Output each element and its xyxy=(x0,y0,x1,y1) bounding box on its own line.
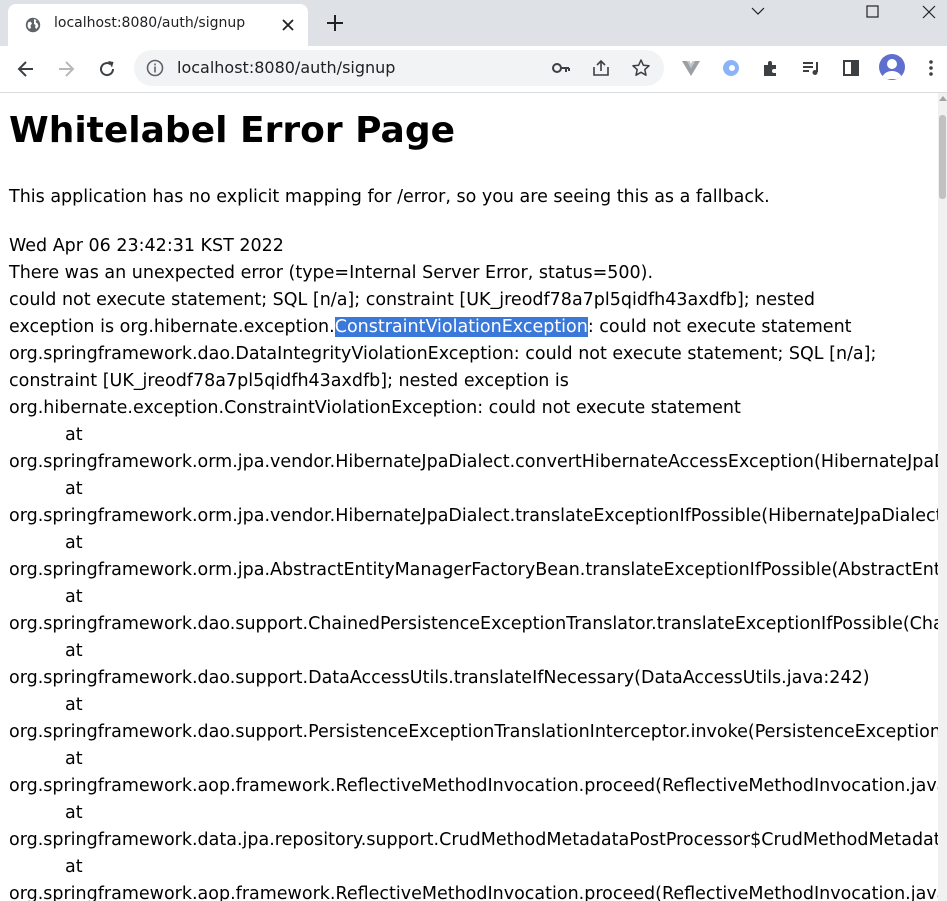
stack-frame: org.springframework.dao.support.ChainedP… xyxy=(9,614,938,634)
close-icon[interactable] xyxy=(906,0,947,26)
stack-frame: org.springframework.orm.jpa.AbstractEnti… xyxy=(9,560,938,580)
scroll-up-arrow-icon[interactable] xyxy=(939,96,947,101)
extension-blue-icon[interactable] xyxy=(721,58,741,78)
globe-icon xyxy=(25,17,41,33)
trace-at: at xyxy=(65,749,83,769)
arrow-left-icon[interactable] xyxy=(16,59,36,79)
stack-frame: org.springframework.data.jpa.repository.… xyxy=(9,830,938,850)
trace-at: at xyxy=(65,857,83,877)
star-icon[interactable] xyxy=(631,58,651,78)
stack-frame: org.springframework.aop.framework.Reflec… xyxy=(9,884,938,901)
trace-line: org.hibernate.exception.ConstraintViolat… xyxy=(9,398,741,418)
key-icon[interactable] xyxy=(552,60,570,76)
arrow-right-icon[interactable] xyxy=(56,59,76,79)
page-content: Whitelabel Error Page This application h… xyxy=(0,93,938,901)
stack-frame: org.springframework.orm.jpa.vendor.Hiber… xyxy=(9,506,938,526)
fallback-description: This application has no explicit mapping… xyxy=(9,187,770,207)
vue-devtools-icon[interactable] xyxy=(681,58,701,78)
url-text[interactable]: localhost:8080/auth/signup xyxy=(177,58,395,77)
reload-icon[interactable] xyxy=(97,59,117,79)
puzzle-icon[interactable] xyxy=(761,58,781,78)
stack-frame: org.springframework.dao.support.DataAcce… xyxy=(9,668,870,688)
trace-at: at xyxy=(65,479,83,499)
message-text: exception is org.hibernate.exception. xyxy=(9,317,335,337)
trace-at: at xyxy=(65,803,83,823)
stack-frame: org.springframework.orm.jpa.vendor.Hiber… xyxy=(9,452,938,472)
browser-toolbar: localhost:8080/auth/signup xyxy=(0,46,947,93)
plus-icon[interactable] xyxy=(326,14,344,32)
tab-strip: localhost:8080/auth/signup xyxy=(0,0,947,46)
stack-frame: org.springframework.aop.framework.Reflec… xyxy=(9,776,938,796)
trace-at: at xyxy=(65,641,83,661)
close-icon[interactable] xyxy=(281,18,295,32)
media-queue-icon[interactable] xyxy=(801,58,821,78)
avatar-icon[interactable] xyxy=(879,54,905,80)
trace-at: at xyxy=(65,533,83,553)
trace-at: at xyxy=(65,425,83,445)
vertical-scrollbar[interactable] xyxy=(938,93,947,901)
share-icon[interactable] xyxy=(591,58,611,78)
trace-line: constraint [UK_jreodf78a7pl5qidfh43axdfb… xyxy=(9,371,569,391)
side-panel-icon[interactable] xyxy=(841,58,861,78)
selected-text[interactable]: ConstraintViolationException xyxy=(334,317,588,337)
tab-title: localhost:8080/auth/signup xyxy=(54,15,246,31)
address-bar[interactable]: localhost:8080/auth/signup xyxy=(134,50,664,86)
error-summary: There was an unexpected error (type=Inte… xyxy=(9,263,654,283)
kebab-menu-icon[interactable] xyxy=(921,58,941,78)
browser-tab[interactable]: localhost:8080/auth/signup xyxy=(8,4,308,46)
timestamp: Wed Apr 06 23:42:31 KST 2022 xyxy=(9,236,284,256)
maximize-icon[interactable] xyxy=(849,0,895,26)
minimize-icon[interactable] xyxy=(735,0,781,26)
error-message-line: could not execute statement; SQL [n/a]; … xyxy=(9,290,815,310)
message-text: : could not execute statement xyxy=(587,317,852,337)
scrollbar-thumb[interactable] xyxy=(939,115,946,199)
stack-frame: org.springframework.dao.support.Persiste… xyxy=(9,722,938,742)
trace-at: at xyxy=(65,587,83,607)
page-title: Whitelabel Error Page xyxy=(9,110,456,151)
error-details: Wed Apr 06 23:42:31 KST 2022 There was a… xyxy=(9,233,938,901)
info-icon[interactable] xyxy=(146,59,164,77)
person-icon xyxy=(882,59,902,79)
trace-at: at xyxy=(65,695,83,715)
error-message-line: exception is org.hibernate.exception.Con… xyxy=(9,314,938,341)
trace-line: org.springframework.dao.DataIntegrityVio… xyxy=(9,344,877,364)
